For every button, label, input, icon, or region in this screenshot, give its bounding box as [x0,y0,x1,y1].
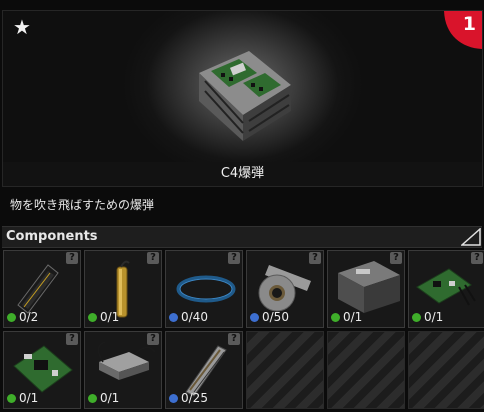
components-header: Components [2,226,482,248]
component-slot[interactable]: ? 0/1 [84,250,162,328]
star-icon[interactable]: ★ [13,17,31,37]
components-grid: ? 0/2 ? 0/1 ? 0/40 ? 0/50 ? 0/1 ? 0/1 ? … [3,250,484,409]
component-count: 0/1 [412,310,443,324]
status-dot [169,312,178,322]
status-dot [7,312,16,322]
component-slot[interactable]: ? 0/1 [3,331,81,409]
item-preview-panel: ★ 1 C4爆弾 [2,10,483,187]
component-slot[interactable]: ? 0/25 [165,331,243,409]
component-count: 0/1 [88,310,119,324]
status-dot [88,393,97,403]
component-slot[interactable]: ? 0/1 [408,250,484,328]
item-description: 物を吹き飛ばすための爆弾 [10,198,155,212]
empty-slot [408,331,484,409]
component-count: 0/25 [169,391,208,405]
component-slot[interactable]: ? 0/1 [84,331,162,409]
status-dot [412,312,421,322]
empty-slot [327,331,405,409]
component-count: 0/1 [331,310,362,324]
collapse-corner-icon[interactable] [461,228,481,246]
status-dot [7,393,16,403]
unknown-marker: ? [390,252,402,264]
unknown-marker: ? [309,252,321,264]
component-count: 0/40 [169,310,208,324]
components-title: Components [6,229,98,244]
level-badge-number: 1 [462,13,476,35]
status-dot [250,312,259,322]
component-slot[interactable]: ? 0/40 [165,250,243,328]
status-dot [88,312,97,322]
component-count: 0/1 [7,391,38,405]
unknown-marker: ? [147,333,159,345]
unknown-marker: ? [66,333,78,345]
component-count: 0/2 [7,310,38,324]
unknown-marker: ? [228,252,240,264]
component-slot[interactable]: ? 0/1 [327,250,405,328]
c4-explosive-icon [199,51,291,141]
item-name: C4爆弾 [3,162,482,186]
component-slot[interactable]: ? 0/2 [3,250,81,328]
unknown-marker: ? [228,333,240,345]
empty-slot [246,331,324,409]
component-slot[interactable]: ? 0/50 [246,250,324,328]
unknown-marker: ? [147,252,159,264]
unknown-marker: ? [66,252,78,264]
status-dot [331,312,340,322]
status-dot [169,393,178,403]
level-badge [444,11,482,49]
unknown-marker: ? [471,252,483,264]
component-count: 0/50 [250,310,289,324]
component-count: 0/1 [88,391,119,405]
